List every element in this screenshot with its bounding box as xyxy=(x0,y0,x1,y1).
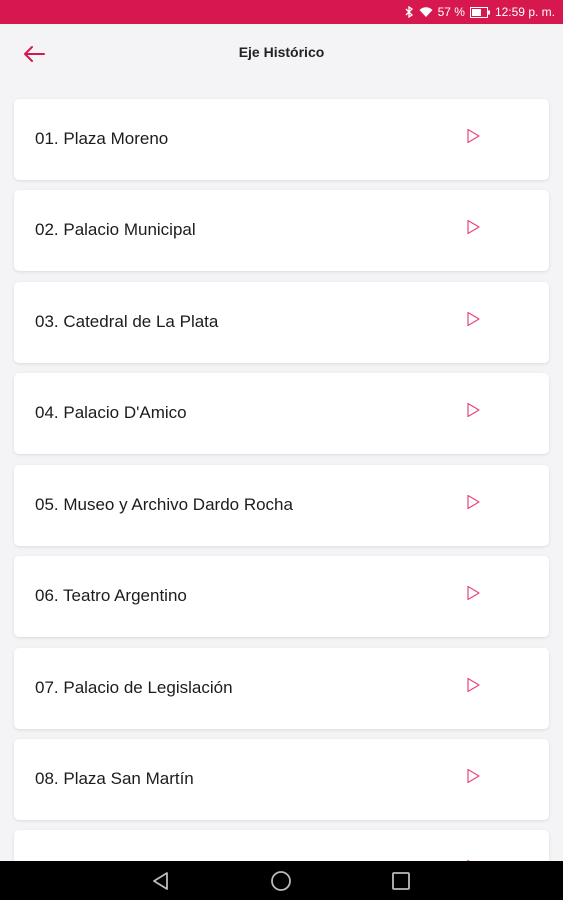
bluetooth-icon xyxy=(405,6,414,18)
list-item[interactable]: 06. Teatro Argentino xyxy=(14,556,549,637)
recents-square-icon[interactable] xyxy=(390,870,412,892)
app-bar: Eje Histórico xyxy=(0,24,563,84)
list-item-label: 07. Palacio de Legislación xyxy=(35,678,233,697)
wifi-icon xyxy=(419,6,433,18)
play-icon[interactable] xyxy=(464,584,482,602)
list-item-label: 01. Plaza Moreno xyxy=(35,129,169,148)
list-item[interactable]: 05. Museo y Archivo Dardo Rocha xyxy=(14,465,549,546)
play-icon[interactable] xyxy=(464,401,482,419)
list-item-label: 05. Museo y Archivo Dardo Rocha xyxy=(35,495,293,514)
clock: 12:59 p. m. xyxy=(494,5,555,19)
list-item[interactable] xyxy=(14,830,549,861)
list-item-label: 02. Palacio Municipal xyxy=(35,220,196,239)
stops-list[interactable]: 01. Plaza Moreno 02. Palacio Municipal 0… xyxy=(0,84,563,861)
system-nav-bar xyxy=(0,861,563,900)
list-item[interactable]: 07. Palacio de Legislación xyxy=(14,648,549,729)
list-item[interactable]: 02. Palacio Municipal xyxy=(14,190,549,271)
list-item[interactable]: 01. Plaza Moreno xyxy=(14,99,549,180)
list-item-label: 08. Plaza San Martín xyxy=(35,769,194,788)
page-title: Eje Histórico xyxy=(238,44,325,60)
list-item-label: 06. Teatro Argentino xyxy=(35,586,187,605)
home-circle-icon[interactable] xyxy=(270,870,292,892)
battery-icon xyxy=(469,6,490,18)
back-triangle-icon[interactable] xyxy=(150,870,172,892)
play-icon[interactable] xyxy=(464,676,482,694)
list-item-label: 04. Palacio D'Amico xyxy=(35,403,187,422)
list-item[interactable]: 04. Palacio D'Amico xyxy=(14,373,549,454)
status-bar: 57 % 12:59 p. m. xyxy=(0,0,563,24)
list-item-label: 03. Catedral de La Plata xyxy=(35,312,219,331)
play-icon[interactable] xyxy=(464,493,482,511)
list-item[interactable]: 03. Catedral de La Plata xyxy=(14,282,549,363)
play-icon[interactable] xyxy=(464,218,482,236)
play-icon[interactable] xyxy=(464,310,482,328)
list-item[interactable]: 08. Plaza San Martín xyxy=(14,739,549,820)
play-icon[interactable] xyxy=(464,767,482,785)
play-icon[interactable] xyxy=(464,127,482,145)
battery-percent: 57 % xyxy=(437,5,465,19)
